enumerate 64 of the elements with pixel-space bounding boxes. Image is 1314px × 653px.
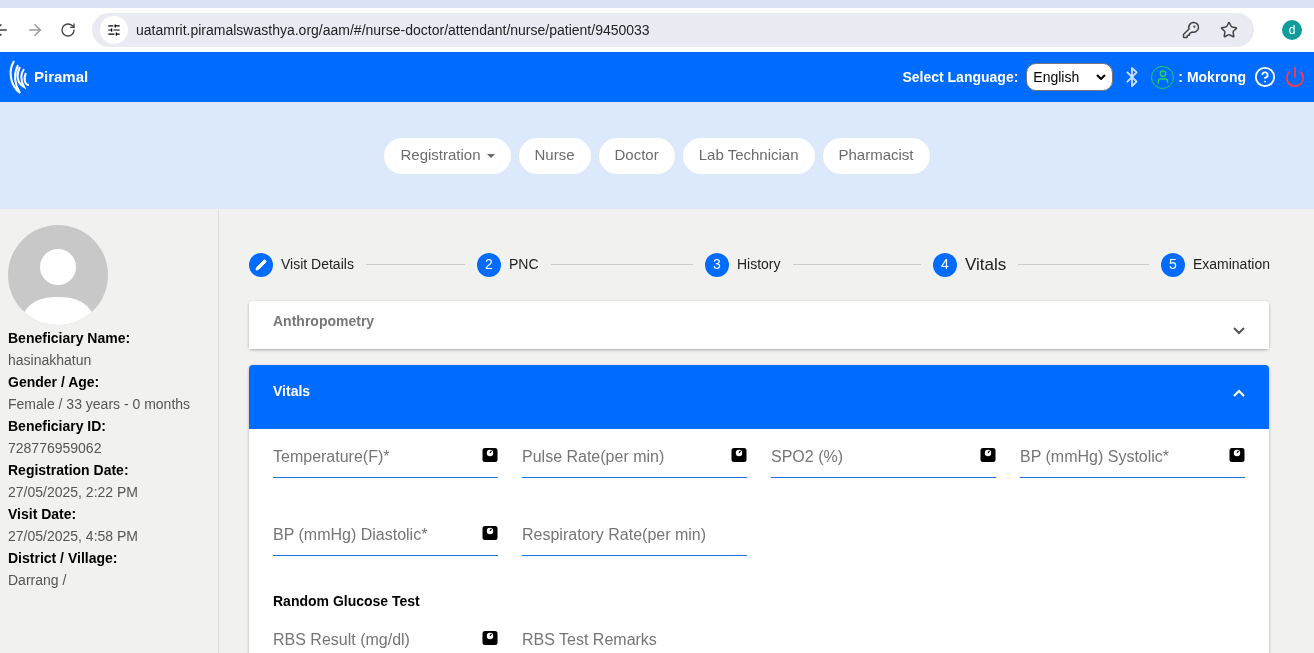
info-label: Beneficiary Name: [8, 329, 132, 348]
panel-title: Anthropometry [273, 311, 375, 331]
step-number[interactable]: 3 [704, 252, 729, 277]
scale-icon[interactable] [482, 629, 498, 646]
language-label: Select Language: [902, 67, 1019, 87]
chevron-down-icon [1233, 326, 1245, 335]
step-label[interactable]: PNC [509, 254, 539, 276]
key-icon[interactable] [1182, 21, 1200, 39]
input-field[interactable]: Pulse Rate(per min) [522, 444, 731, 469]
panel-header[interactable]: Vitals [249, 364, 1269, 429]
edit-step-icon[interactable] [249, 252, 273, 277]
input-field[interactable]: SPO2 (%) [771, 444, 980, 469]
info-value: Darrang / [8, 571, 68, 590]
nav-button[interactable]: Doctor [598, 137, 675, 174]
url-text[interactable]: uatamrit.piramalswasthya.org/aam/#/nurse-doctor/attendant/nurse/patient/9450033 [136, 19, 650, 41]
language-select[interactable]: English [1026, 63, 1114, 91]
input-field[interactable]: BP (mmHg) Diastolic* [273, 522, 482, 547]
nav-button[interactable]: Pharmacist [822, 137, 930, 174]
info-label: Gender / Age: [8, 373, 101, 392]
brand-name: Piramal [34, 66, 89, 87]
info-label: Visit Date: [8, 505, 78, 524]
info-value: 27/05/2025, 2:22 PM [8, 483, 139, 502]
scale-icon[interactable] [1229, 446, 1245, 463]
info-label: District / Village: [8, 549, 119, 568]
caret-icon [486, 153, 495, 158]
logo-icon [8, 59, 30, 95]
scale-icon[interactable] [482, 446, 498, 463]
profile-avatar[interactable]: d [1282, 20, 1302, 40]
step-number[interactable]: 4 [932, 252, 957, 277]
chevron-up-icon [1233, 388, 1245, 397]
panel-header[interactable]: Anthropometry [249, 300, 1269, 349]
info-value: 27/05/2025, 4:58 PM [8, 527, 139, 546]
info-label: Beneficiary ID: [8, 417, 108, 436]
info-value: hasinakhatun [8, 351, 93, 370]
scale-icon[interactable] [980, 446, 996, 463]
help-icon[interactable] [1254, 66, 1276, 88]
input-field[interactable]: Respiratory Rate(per min) [522, 522, 747, 547]
caret-icon [1096, 74, 1107, 80]
reload-icon[interactable] [60, 22, 76, 38]
step-label[interactable]: Vitals [964, 252, 1007, 278]
forward-icon[interactable] [26, 21, 44, 39]
nav-button[interactable]: Nurse [518, 137, 591, 174]
section-title: Random Glucose Test [273, 591, 421, 611]
info-value: 728776959062 [8, 439, 103, 458]
step-label[interactable]: Visit Details [281, 254, 354, 276]
site-settings-icon[interactable] [100, 16, 128, 44]
step-label[interactable]: Examination [1192, 254, 1270, 276]
step-number[interactable]: 2 [477, 252, 501, 277]
address-bar[interactable]: uatamrit.piramalswasthya.org/aam/#/nurse-doctor/attendant/nurse/patient/9450033 [92, 13, 1254, 47]
info-value: Female / 33 years - 0 months [8, 395, 192, 414]
input-field[interactable]: Temperature(F)* [273, 444, 482, 469]
step-label[interactable]: History [736, 254, 781, 276]
input-field[interactable]: BP (mmHg) Systolic* [1020, 444, 1229, 469]
nav-button[interactable]: Lab Technician [682, 137, 815, 174]
input-field[interactable]: RBS Test Remarks [522, 627, 747, 652]
scale-icon[interactable] [731, 446, 747, 463]
input-field[interactable]: RBS Result (mg/dl) [273, 627, 482, 652]
panel-title: Vitals [273, 381, 311, 401]
nav-button[interactable]: Registration [384, 137, 511, 174]
user-name: : Mokrong [1178, 67, 1246, 87]
star-icon[interactable] [1220, 21, 1238, 39]
step-number[interactable]: 5 [1160, 252, 1185, 277]
scale-icon[interactable] [482, 524, 498, 541]
info-label: Registration Date: [8, 461, 130, 480]
